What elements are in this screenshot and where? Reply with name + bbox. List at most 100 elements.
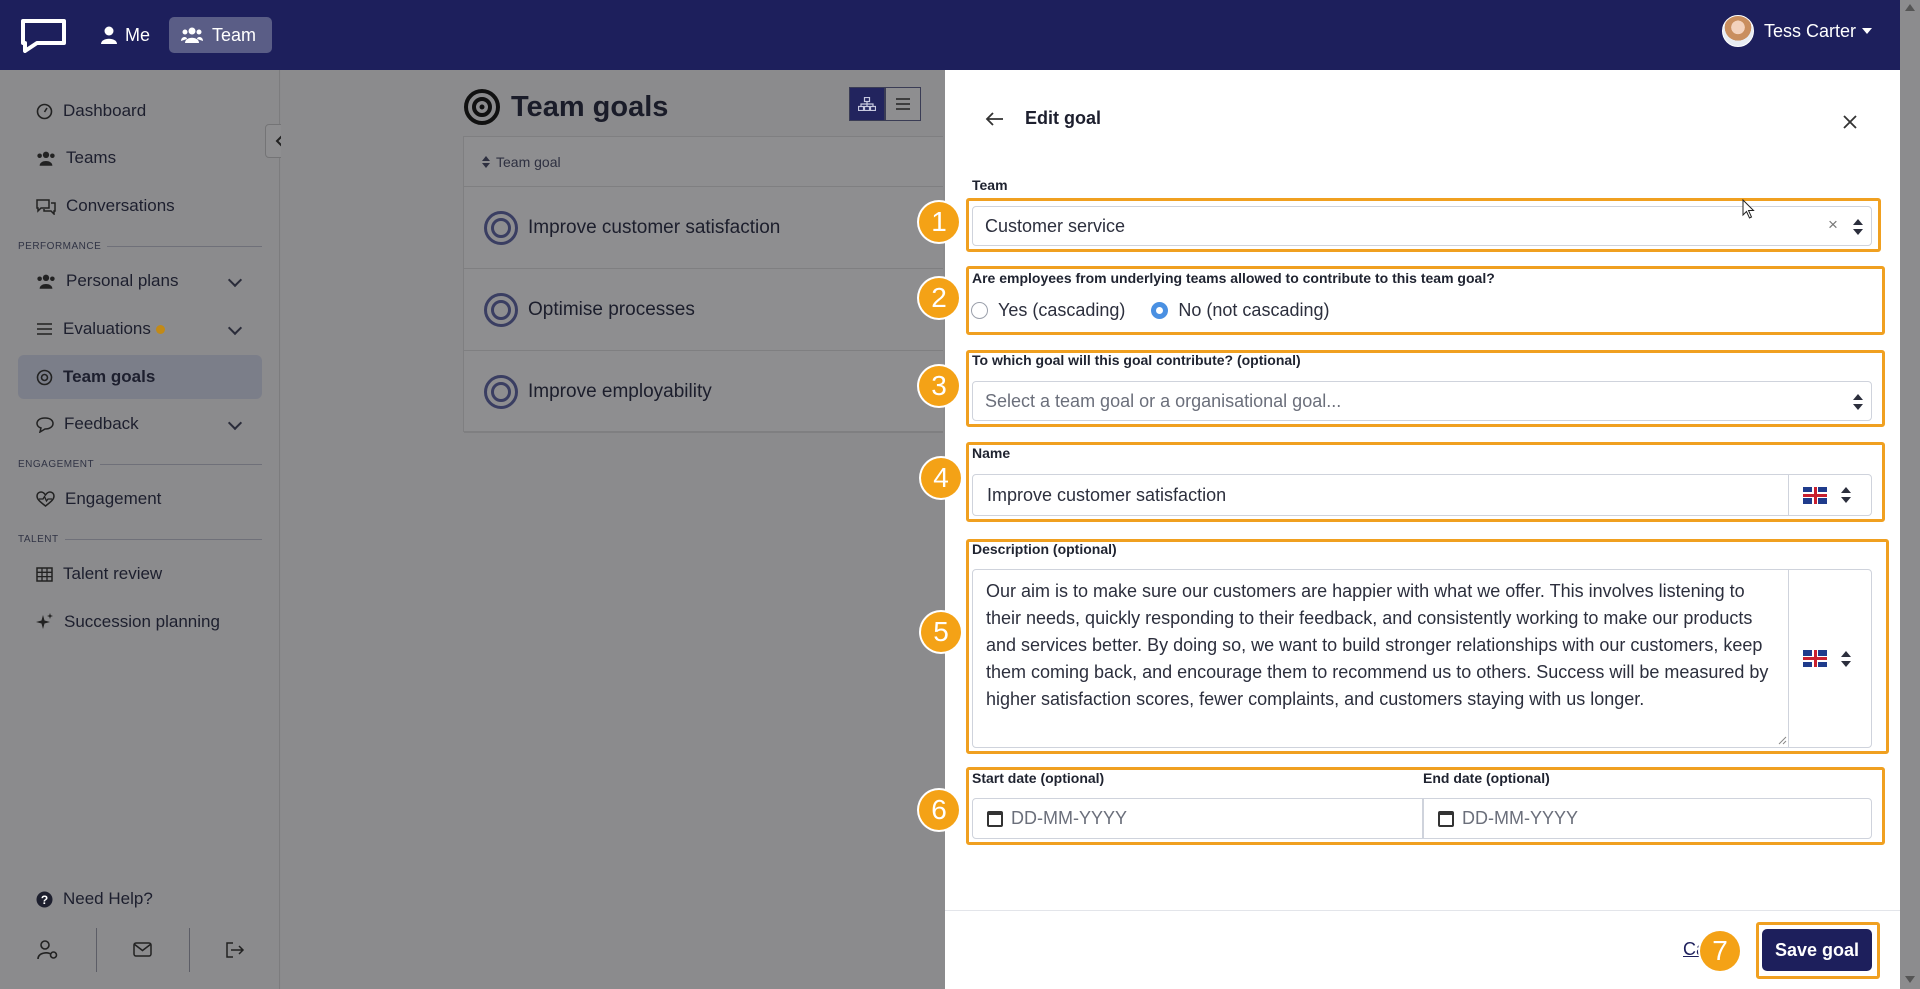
sidebar-item-label: Dashboard	[63, 101, 147, 120]
sidebar-item-conversations[interactable]: Conversations	[18, 184, 262, 228]
cascade-yes-label[interactable]: Yes (cascading)	[998, 300, 1125, 321]
start-date-label: Start date (optional)	[972, 770, 1105, 786]
sidebar-item-engagement[interactable]: Engagement	[18, 477, 262, 521]
name-label: Name	[972, 445, 1011, 461]
goal-name: Improve customer satisfaction	[528, 216, 781, 238]
name-language-select[interactable]	[1788, 475, 1872, 515]
sidebar-item-label: Talent review	[63, 564, 163, 583]
sidebar-item-label: Personal plans	[66, 271, 179, 290]
step-badge-2: 2	[919, 278, 959, 318]
target-icon	[36, 369, 53, 385]
table-header[interactable]: Team goal	[464, 137, 943, 187]
page-scrollbar[interactable]	[1900, 0, 1920, 989]
app-logo-icon[interactable]	[17, 17, 68, 53]
select-arrows-icon	[1853, 219, 1863, 235]
parent-goal-placeholder: Select a team goal or a organisational g…	[985, 390, 1342, 411]
section-engagement: ENGAGEMENT	[18, 459, 262, 470]
end-date-placeholder: DD-MM-YYYY	[1462, 808, 1578, 828]
cascade-yes-radio[interactable]	[971, 302, 988, 319]
parent-goal-select[interactable]: Select a team goal or a organisational g…	[972, 381, 1872, 421]
cascade-radio-group: Yes (cascading) No (not cascading)	[971, 300, 1329, 321]
sidebar-item-team-goals[interactable]: Team goals	[18, 355, 262, 399]
nav-me-button[interactable]: Me	[91, 17, 160, 53]
step-badge-7: 7	[1700, 931, 1740, 971]
sparkles-icon	[36, 613, 53, 629]
sidebar-item-teams[interactable]: Teams	[18, 136, 262, 180]
notification-dot	[155, 324, 165, 334]
scroll-up-arrow-icon[interactable]	[1905, 4, 1915, 11]
name-input-value: Improve customer satisfaction	[987, 484, 1227, 505]
avatar	[1722, 15, 1754, 47]
view-toggle	[849, 87, 921, 121]
clear-icon[interactable]: ×	[1828, 215, 1838, 235]
table-header-label: Team goal	[496, 153, 561, 170]
mail-icon[interactable]	[133, 942, 152, 957]
calendar-icon	[987, 810, 1003, 827]
sidebar-item-feedback[interactable]: Feedback	[18, 402, 262, 446]
sidebar-item-label: Engagement	[65, 489, 162, 508]
end-date-label: End date (optional)	[1423, 770, 1550, 786]
team-goal-icon	[484, 292, 518, 327]
svg-text:?: ?	[41, 893, 48, 907]
chevron-down-icon	[227, 320, 243, 336]
arrow-left-icon[interactable]	[984, 108, 1006, 130]
users-icon	[37, 151, 55, 166]
team-goal-icon	[484, 374, 518, 409]
uk-flag-icon	[1803, 486, 1827, 504]
cascade-question: Are employees from underlying teams allo…	[972, 270, 1495, 286]
cascade-no-radio[interactable]	[1151, 302, 1169, 319]
panel-footer	[945, 910, 1900, 989]
caret-down-icon	[1862, 28, 1873, 34]
start-date-input[interactable]: DD-MM-YYYY	[972, 798, 1423, 839]
cascade-no-label[interactable]: No (not cascading)	[1178, 300, 1329, 321]
page-title-text: Team goals	[511, 90, 669, 123]
sidebar-item-label: Feedback	[64, 414, 139, 433]
sidebar-item-label: Teams	[66, 148, 117, 167]
sidebar-footer	[0, 916, 280, 989]
top-bar: Me Team Tess Carter	[0, 0, 1900, 70]
sidebar-item-talent-review[interactable]: Talent review	[18, 552, 262, 596]
chevron-down-icon	[227, 272, 243, 288]
tree-view-button[interactable]	[849, 87, 885, 121]
user-settings-icon[interactable]	[37, 940, 59, 960]
sidebar-item-succession-planning[interactable]: Succession planning	[18, 600, 262, 644]
sidebar-item-evaluations[interactable]: Evaluations	[18, 307, 262, 351]
description-text: Our aim is to make sure our customers ar…	[986, 581, 1769, 709]
chevron-down-icon	[227, 415, 243, 431]
sidebar-item-personal-plans[interactable]: Personal plans	[18, 259, 262, 303]
list-icon	[896, 98, 910, 110]
table-row[interactable]: Improve employability	[464, 351, 943, 433]
gauge-icon	[36, 103, 53, 119]
mouse-cursor-icon	[1742, 199, 1755, 219]
end-date-input[interactable]: DD-MM-YYYY	[1423, 798, 1872, 839]
table-row[interactable]: Optimise processes	[464, 269, 943, 351]
team-select[interactable]: Customer service ×	[972, 206, 1872, 246]
step-badge-6: 6	[919, 790, 959, 830]
resize-handle-icon[interactable]	[1778, 736, 1787, 745]
select-arrows-icon	[1841, 487, 1851, 503]
name-input[interactable]: Improve customer satisfaction	[972, 474, 1872, 516]
description-language-select[interactable]	[1788, 570, 1872, 747]
team-goal-icon	[484, 210, 518, 245]
calendar-icon	[1438, 810, 1454, 827]
save-goal-button[interactable]: Save goal	[1762, 929, 1872, 971]
nav-team-button[interactable]: Team	[169, 17, 272, 53]
step-badge-5: 5	[921, 612, 961, 652]
logout-icon[interactable]	[225, 942, 245, 958]
team-select-value: Customer service	[985, 215, 1126, 236]
user-name: Tess Carter	[1764, 20, 1857, 41]
sidebar-item-label: Conversations	[66, 196, 175, 215]
table-row[interactable]: Improve customer satisfaction	[464, 187, 943, 269]
need-help-link[interactable]: ? Need Help?	[18, 877, 262, 921]
close-icon[interactable]	[1840, 112, 1860, 132]
scroll-down-arrow-icon[interactable]	[1905, 976, 1915, 983]
step-badge-4: 4	[921, 458, 961, 498]
divider	[189, 928, 190, 972]
list-view-button[interactable]	[885, 87, 921, 121]
target-icon	[464, 89, 500, 125]
sidebar-item-dashboard[interactable]: Dashboard	[18, 89, 262, 133]
sort-icon	[482, 155, 490, 168]
goal-name: Improve employability	[528, 380, 712, 402]
list-icon	[37, 323, 52, 335]
user-menu[interactable]: Tess Carter	[1722, 15, 1873, 47]
